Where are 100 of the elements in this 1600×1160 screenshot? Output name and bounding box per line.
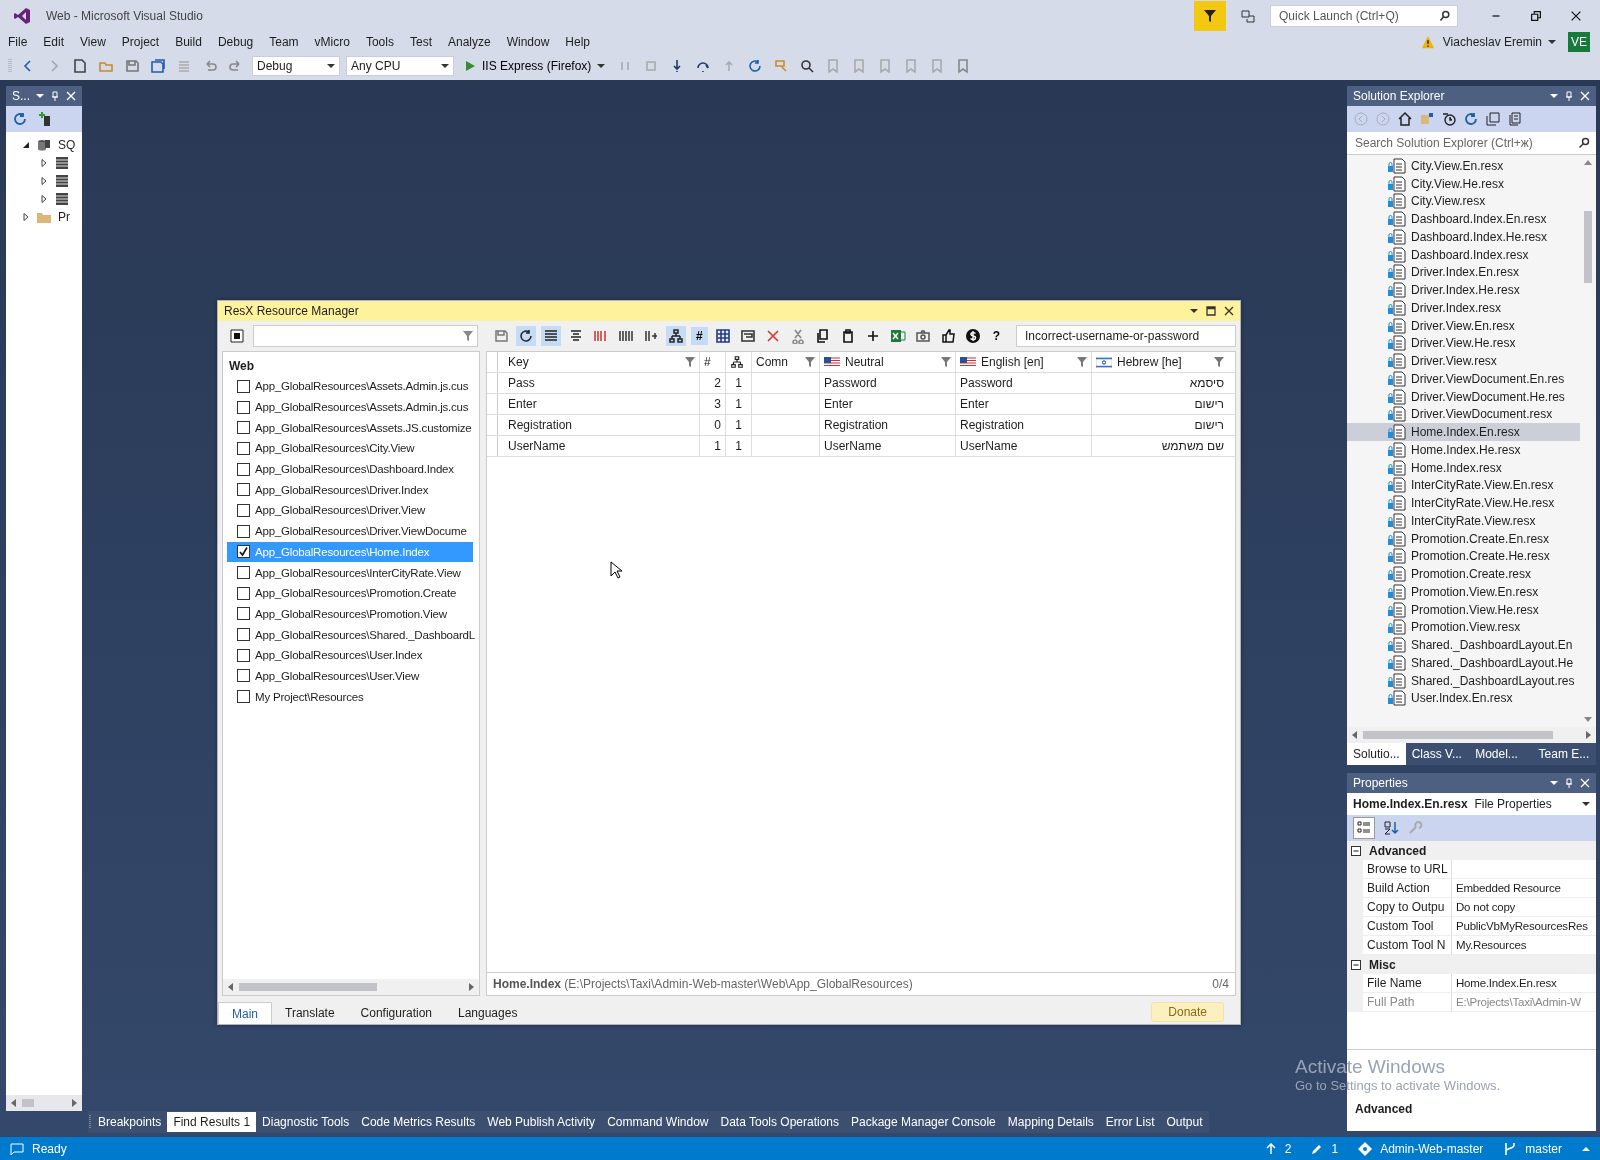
tool-window-tab[interactable]: Output — [1160, 1112, 1209, 1132]
help-button[interactable]: ? — [987, 327, 1006, 345]
solution-item[interactable]: Driver.ViewDocument.He.res — [1347, 387, 1580, 406]
sort-icon[interactable] — [1383, 820, 1399, 836]
checkbox[interactable] — [237, 566, 250, 580]
caret-icon[interactable] — [1550, 92, 1558, 100]
table-cell[interactable]: 1 — [726, 436, 752, 456]
table-cell[interactable]: 2 — [700, 373, 726, 393]
file-list-item[interactable]: App_GlobalResources\Assets.Admin.js.cus — [227, 396, 473, 418]
solution-item[interactable]: Home.Index.resx — [1347, 458, 1580, 477]
tool-window-tab[interactable]: Error List — [1099, 1112, 1161, 1132]
table-cell[interactable]: 1 — [726, 373, 752, 393]
checkbox[interactable] — [237, 483, 250, 497]
property-name[interactable]: File Name — [1363, 974, 1452, 993]
warning-icon[interactable] — [1420, 35, 1435, 49]
solution-item[interactable]: Driver.View.He.resx — [1347, 334, 1580, 353]
solution-item[interactable]: Promotion.View.resx — [1347, 618, 1580, 637]
close-icon[interactable] — [1224, 306, 1234, 316]
checkbox[interactable] — [237, 503, 250, 517]
table-cell[interactable]: רישום — [1092, 394, 1228, 414]
table-cell[interactable]: 1 — [700, 436, 726, 456]
solution-item[interactable]: Driver.ViewDocument.En.res — [1347, 370, 1580, 388]
search-icon[interactable] — [1439, 10, 1451, 22]
file-list-item[interactable]: App_GlobalResources\Dashboard.Index — [227, 458, 473, 480]
table-icon[interactable] — [54, 191, 70, 207]
solution-item[interactable]: Dashboard.Index.resx — [1347, 245, 1580, 264]
column-header[interactable]: English [en] — [956, 352, 1092, 372]
tree-item[interactable]: Pr — [58, 210, 70, 224]
table-cell[interactable]: 3 — [700, 394, 726, 414]
solution-item[interactable]: Promotion.Create.En.resx — [1347, 529, 1580, 548]
branch-name[interactable]: master — [1525, 1141, 1562, 1156]
panel-tab[interactable]: Class V... — [1405, 743, 1470, 765]
table-cell[interactable]: 0 — [700, 415, 726, 435]
pin-icon[interactable] — [1564, 91, 1574, 101]
left-arrow-icon[interactable] — [227, 983, 235, 991]
table-cell[interactable]: Enter — [956, 394, 1092, 414]
restore-icon[interactable] — [1529, 9, 1543, 23]
file-list-item[interactable]: App_GlobalResources\Driver.Index — [227, 479, 473, 501]
table-cell[interactable]: Password — [956, 373, 1092, 393]
table-cell[interactable]: 1 — [726, 394, 752, 414]
menu-item[interactable]: Project — [117, 34, 166, 50]
donate-button[interactable]: Donate — [1151, 1002, 1224, 1022]
collapse-icon[interactable] — [1351, 845, 1361, 856]
tab[interactable]: Configuration — [347, 1002, 445, 1024]
object-selector[interactable]: Home.Index.En.resx File Properties — [1347, 793, 1596, 815]
checkbox[interactable] — [237, 421, 250, 435]
tab[interactable]: Languages — [445, 1002, 531, 1024]
maximize-icon[interactable] — [1206, 306, 1216, 316]
solution-item[interactable]: InterCityRate.View.En.resx — [1347, 476, 1580, 495]
panel-tab[interactable]: Solutio... — [1347, 743, 1406, 765]
menu-item[interactable]: Tools — [361, 34, 400, 50]
caret-icon[interactable] — [1548, 38, 1556, 46]
expander-icon[interactable] — [22, 213, 30, 221]
tool-window-tab[interactable]: Package Manager Console — [845, 1112, 1002, 1132]
panel-tab[interactable]: Model... — [1469, 743, 1533, 765]
menu-item[interactable]: Edit — [39, 34, 71, 50]
file-list-item[interactable]: App_GlobalResources\User.View — [227, 665, 473, 687]
push-count[interactable]: 2 — [1284, 1141, 1292, 1156]
tool-window-tab[interactable]: Breakpoints — [92, 1112, 168, 1132]
save-all-icon[interactable] — [150, 58, 166, 74]
solution-item[interactable]: Shared._DashboardLayout.res — [1347, 671, 1580, 690]
checkbox[interactable] — [237, 462, 250, 476]
solution-item[interactable]: InterCityRate.View.resx — [1347, 512, 1580, 530]
repository-name[interactable]: Admin-Web-master — [1380, 1141, 1484, 1156]
caret-icon[interactable] — [36, 92, 44, 100]
filter-icon[interactable] — [1077, 357, 1087, 367]
tool-window-tab[interactable]: Web Publish Activity — [481, 1112, 602, 1132]
menu-item[interactable]: vMicro — [310, 34, 356, 50]
property-name[interactable]: Custom Tool N — [1363, 936, 1452, 955]
collapse-icon[interactable] — [1351, 959, 1361, 970]
right-arrow-icon[interactable] — [467, 983, 475, 991]
table-cell[interactable]: Registration — [498, 415, 700, 435]
solution-item[interactable]: Driver.Index.resx — [1347, 299, 1580, 317]
checkbox[interactable] — [237, 669, 250, 683]
table-cell[interactable]: Registration — [820, 415, 956, 435]
checkbox[interactable] — [237, 400, 250, 414]
search-icon[interactable] — [1578, 137, 1590, 149]
close-icon[interactable] — [1569, 9, 1583, 23]
repository-icon[interactable] — [1358, 1141, 1373, 1156]
property-value[interactable]: Home.Index.En.resx — [1452, 974, 1596, 993]
table-cell[interactable]: Password — [820, 373, 956, 393]
user-avatar[interactable]: VE — [1568, 32, 1590, 52]
table-cell[interactable]: Enter — [820, 394, 956, 414]
file-list-item[interactable]: App_GlobalResources\City.View — [227, 438, 473, 459]
tab[interactable]: Translate — [272, 1002, 348, 1024]
table-icon[interactable] — [54, 173, 70, 189]
scroll-thumb[interactable] — [1584, 211, 1592, 283]
file-list-item[interactable]: App_GlobalResources\Driver.ViewDocume — [227, 520, 473, 542]
user-name[interactable]: Viacheslav Eremin — [1442, 35, 1542, 49]
save-icon[interactable] — [124, 58, 140, 74]
panel-tab[interactable]: Team E... — [1532, 743, 1596, 765]
column-header[interactable]: Hebrew [he] — [1092, 352, 1228, 372]
file-list-item[interactable]: App_GlobalResources\Driver.View — [227, 500, 473, 521]
solution-item[interactable]: Promotion.View.En.resx — [1347, 583, 1580, 601]
scroll-thumb[interactable] — [22, 1099, 34, 1107]
horizontal-scrollbar[interactable] — [1347, 727, 1596, 743]
file-list-item[interactable]: My Project\Resources — [227, 686, 473, 707]
table-cell[interactable]: Enter — [498, 394, 700, 414]
pencil-icon[interactable] — [1311, 1142, 1324, 1155]
browser-icon[interactable] — [799, 58, 816, 74]
